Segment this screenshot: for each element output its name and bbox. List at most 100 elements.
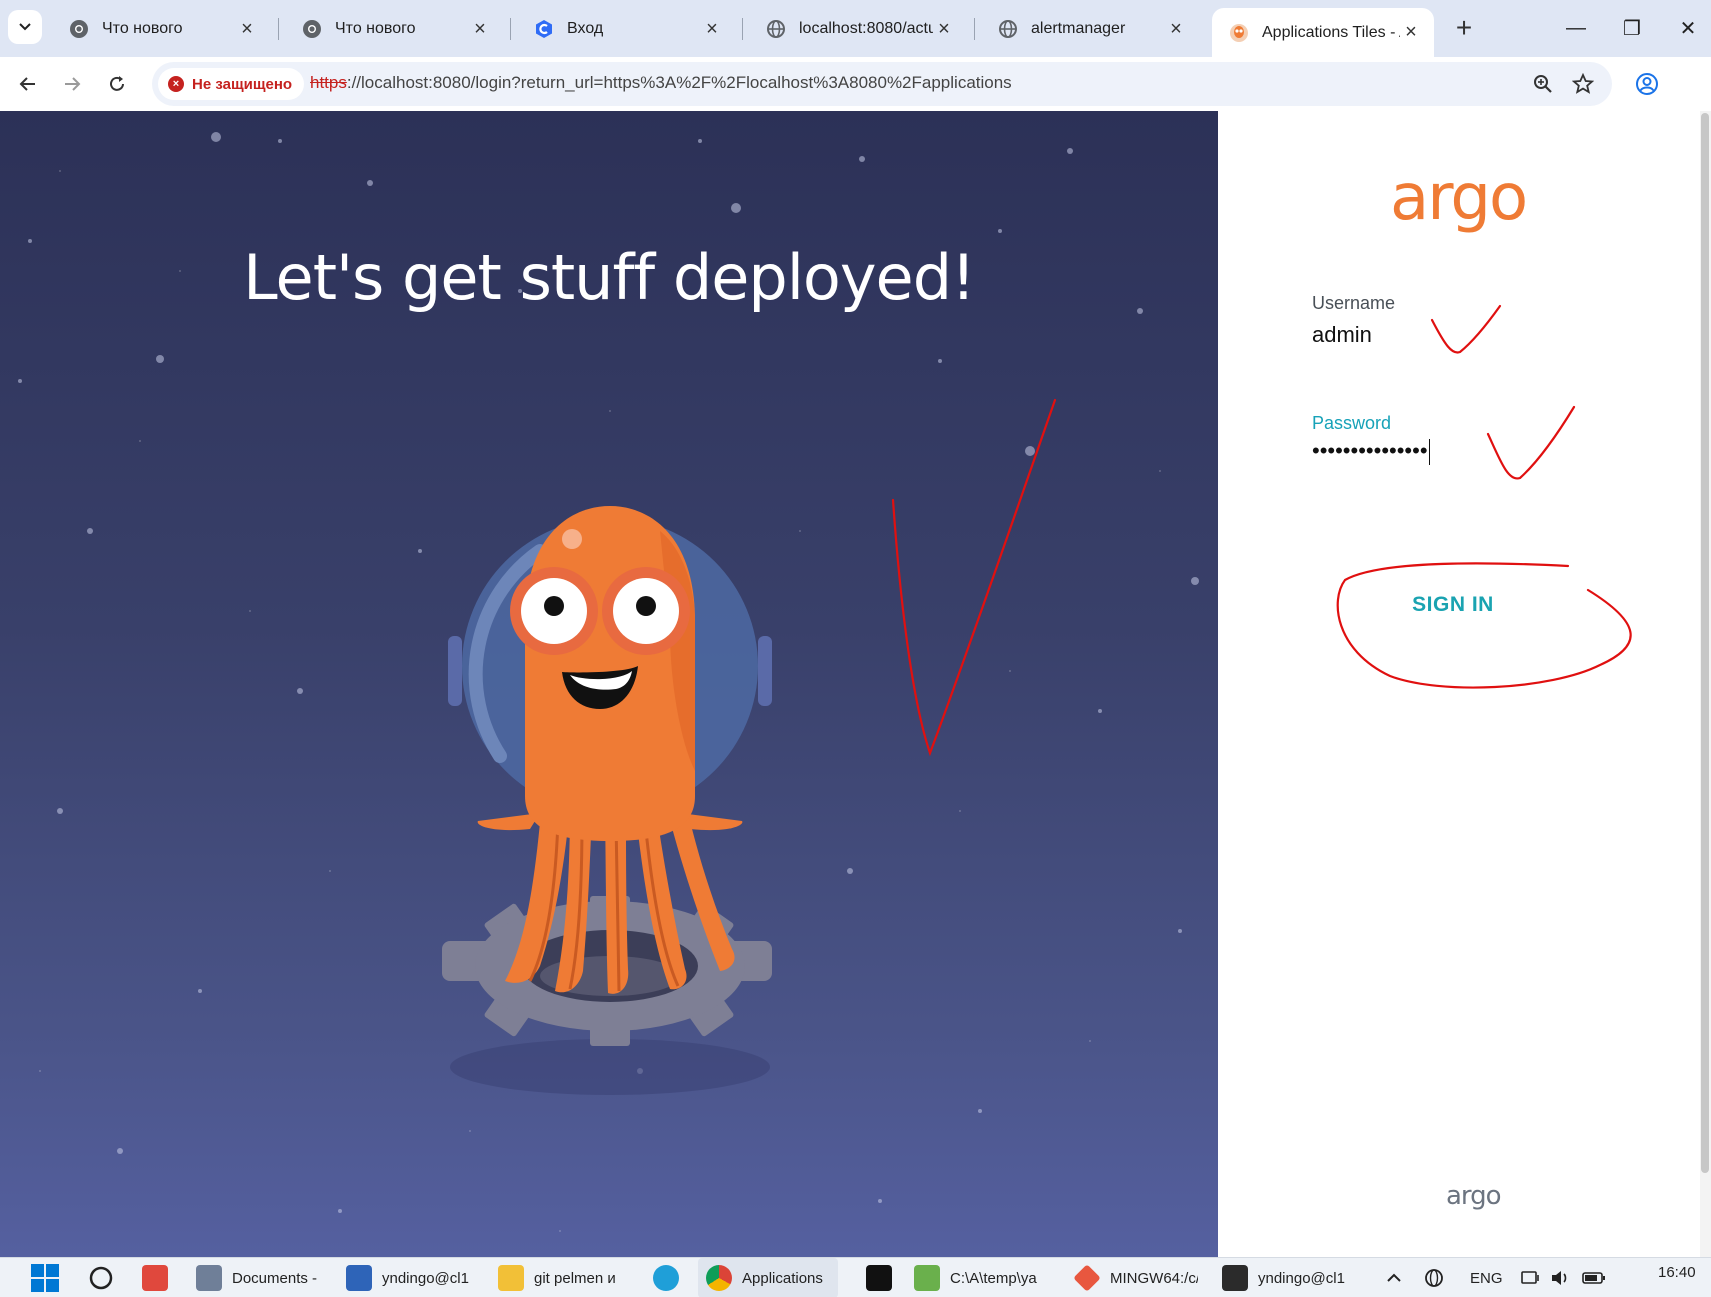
tab-search-button[interactable] — [8, 10, 42, 44]
minimize-button[interactable]: — — [1556, 10, 1596, 46]
tab-divider — [510, 18, 511, 40]
taskbar-label: yndingo@cl1 — [1258, 1269, 1345, 1287]
tab-title: alertmanager — [1031, 20, 1126, 37]
windows-taskbar: Documents - yndingo@cl1 git pelmen и App… — [0, 1257, 1711, 1297]
zoom-icon[interactable] — [1530, 71, 1556, 97]
taskbar-item-folder[interactable]: git pelmen и — [490, 1258, 630, 1297]
start-button[interactable] — [22, 1258, 68, 1297]
terminal-icon — [1222, 1265, 1248, 1291]
tab-vhod[interactable]: Вход × — [517, 10, 735, 48]
taskbar-item-terminal[interactable]: yndingo@cl1 — [1214, 1258, 1354, 1297]
tab-divider — [742, 18, 743, 40]
new-tab-button[interactable]: + — [1448, 12, 1480, 44]
tab-divider — [278, 18, 279, 40]
clock[interactable]: 16:40 — [1658, 1252, 1696, 1292]
taskbar-label: C:\A\temp\ya — [950, 1269, 1037, 1287]
battery-icon[interactable] — [1582, 1258, 1606, 1297]
restore-button[interactable]: ❐ — [1612, 10, 1652, 46]
forward-button[interactable] — [54, 66, 90, 102]
globe-icon — [997, 18, 1019, 40]
tab-applications-tiles[interactable]: Applications Tiles - Ar × — [1212, 8, 1434, 57]
edge-icon — [653, 1265, 679, 1291]
network-globe[interactable] — [1424, 1258, 1444, 1297]
argo-login-page: Let's get stuff deployed! argo Username … — [0, 111, 1700, 1257]
reload-button[interactable] — [99, 66, 135, 102]
password-label: Password — [1312, 413, 1392, 433]
taskbar-item-git-bash[interactable]: MINGW64:/c/ — [1066, 1258, 1206, 1297]
close-icon[interactable]: × — [701, 18, 723, 40]
taskbar-label: MINGW64:/c/ — [1110, 1269, 1198, 1287]
password-input[interactable]: ••••••••••••••• — [1312, 438, 1430, 466]
back-button[interactable] — [10, 66, 46, 102]
wifi-icon[interactable] — [1520, 1258, 1542, 1297]
close-icon[interactable]: × — [1400, 21, 1422, 44]
intellij-button[interactable] — [858, 1258, 910, 1297]
argo-footer-logo: argo — [1446, 1181, 1502, 1211]
vk-cloud-icon — [533, 18, 555, 40]
taskbar-item-remote-desktop[interactable]: yndingo@cl1 — [338, 1258, 478, 1297]
tab-whats-new-2[interactable]: Что нового × — [285, 10, 503, 48]
tray-overflow[interactable] — [1386, 1258, 1402, 1297]
scrollbar-thumb[interactable] — [1701, 113, 1709, 1173]
search-icon — [89, 1266, 113, 1290]
close-icon[interactable]: × — [933, 18, 955, 40]
tab-actuator[interactable]: localhost:8080/actuat × — [749, 10, 967, 48]
folder-icon — [498, 1265, 524, 1291]
edge-button[interactable] — [645, 1258, 697, 1297]
chevron-up-icon — [1387, 1273, 1401, 1282]
hero-panel: Let's get stuff deployed! — [0, 111, 1218, 1257]
snipping-tool-icon — [142, 1265, 168, 1291]
address-bar[interactable]: × Не защищено https://localhost:8080/log… — [152, 62, 1612, 106]
login-panel: argo Username admin Password •••••••••••… — [1218, 111, 1700, 1257]
taskbar-item-documents[interactable]: Documents - — [188, 1258, 328, 1297]
taskbar-label: yndingo@cl1 — [382, 1269, 469, 1287]
argo-octopus-mascot — [442, 506, 772, 1095]
close-icon[interactable]: × — [236, 18, 258, 40]
username-label: Username — [1312, 293, 1396, 313]
intellij-icon — [866, 1265, 892, 1291]
password-dots: ••••••••••••••• — [1312, 438, 1428, 463]
taskbar-label: git pelmen и — [534, 1269, 616, 1287]
sign-in-button[interactable]: SIGN IN — [1368, 583, 1538, 627]
url-rest: ://localhost:8080/login?return_url=https… — [346, 73, 1012, 92]
arrow-left-icon — [19, 77, 35, 91]
browser-toolbar: × Не защищено https://localhost:8080/log… — [0, 57, 1711, 111]
taskbar-label: Applications — [742, 1269, 823, 1287]
search-button[interactable] — [80, 1258, 122, 1297]
notepad-icon — [914, 1265, 940, 1291]
remote-desktop-icon — [346, 1265, 372, 1291]
tab-strip: Что нового × Что нового × Вход × localho… — [0, 0, 1711, 57]
username-input[interactable]: admin — [1312, 322, 1372, 348]
snipping-tool-button[interactable] — [134, 1258, 186, 1297]
volume-icon[interactable] — [1550, 1258, 1572, 1297]
taskbar-item-chrome[interactable]: Applications — [698, 1258, 838, 1297]
chrome-icon — [706, 1265, 732, 1291]
taskbar-item-notepad[interactable]: C:\A\temp\ya — [906, 1258, 1046, 1297]
taskbar-label: Documents - — [232, 1269, 318, 1287]
security-chip[interactable]: × Не защищено — [158, 68, 305, 100]
tab-alertmanager[interactable]: alertmanager × — [981, 10, 1199, 48]
git-icon — [1073, 1264, 1101, 1292]
close-icon[interactable]: × — [469, 18, 491, 40]
url-scheme: https — [310, 73, 347, 92]
hero-title: Let's get stuff deployed! — [243, 241, 976, 314]
tab-title: Вход — [567, 20, 604, 37]
tab-title: localhost:8080/actuat — [799, 20, 933, 37]
argo-icon — [1228, 22, 1250, 44]
bookmark-star-icon[interactable] — [1570, 71, 1596, 97]
url-text[interactable]: https://localhost:8080/login?return_url=… — [310, 73, 1012, 93]
text-caret — [1428, 439, 1430, 466]
tab-title: Что нового — [102, 20, 183, 37]
globe-icon — [1425, 1269, 1443, 1287]
globe-icon — [765, 18, 787, 40]
profile-icon — [1636, 73, 1658, 95]
language-indicator[interactable]: ENG — [1470, 1258, 1503, 1297]
tab-title: Что нового — [335, 20, 416, 37]
close-window-button[interactable]: ✕ — [1668, 10, 1708, 46]
insecure-warning-icon: × — [168, 76, 184, 92]
profile-button[interactable] — [1630, 67, 1664, 101]
close-icon[interactable]: × — [1165, 18, 1187, 40]
argo-logo: argo — [1390, 161, 1528, 235]
tab-whats-new-1[interactable]: Что нового × — [52, 10, 270, 48]
security-label: Не защищено — [192, 75, 293, 93]
